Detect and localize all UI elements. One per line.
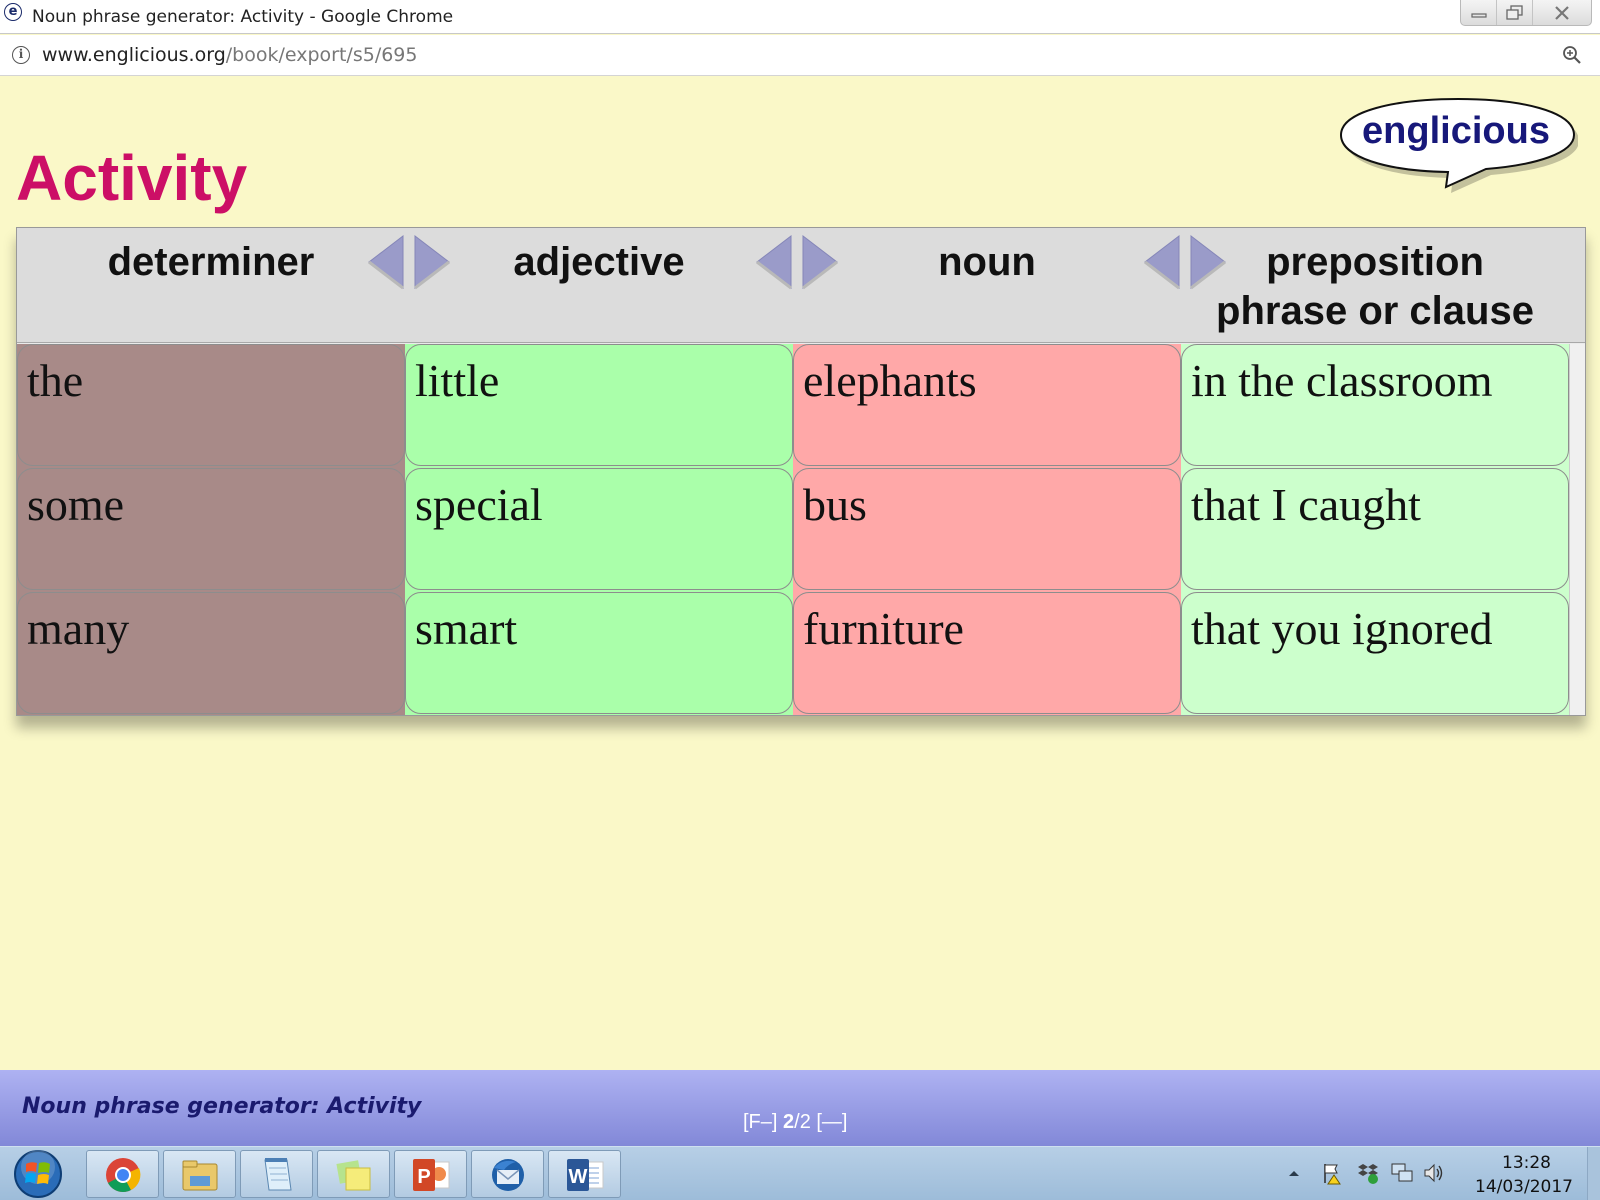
chrome-icon [106,1158,141,1192]
taskbar-thunderbird[interactable] [471,1150,544,1198]
show-hidden-icons-icon[interactable] [1282,1161,1306,1185]
file-explorer-icon [182,1160,218,1191]
word-text: elephants [803,355,977,406]
url-path: /book/export/s5/695 [225,44,418,66]
dropbox-icon[interactable] [1356,1161,1380,1185]
word-text: bus [803,479,867,530]
slide-status-bar: Noun phrase generator: Activity [F–] 2/2… [0,1070,1600,1146]
page-title: Activity [16,142,248,214]
column-noun: elephants bus furniture [793,344,1181,715]
minimize-button[interactable] [1461,0,1497,25]
arrow-right-icon[interactable] [409,232,455,292]
window-title: Noun phrase generator: Activity - Google… [32,7,454,27]
swap-arrows-1 [363,232,455,292]
header-preposition: preposition phrase or clause [1181,238,1569,336]
zoom-icon[interactable] [1562,45,1582,65]
notepad-icon [264,1158,292,1191]
header-preposition-line2: phrase or clause [1216,289,1534,333]
taskbar-sticky-notes[interactable] [317,1150,390,1198]
arrow-left-icon[interactable] [751,232,797,292]
word-text: some [27,479,125,530]
show-desktop-button[interactable] [1587,1147,1600,1200]
word-text: furniture [803,603,964,654]
info-icon[interactable]: i [12,46,30,64]
word-text: that I caught [1191,479,1421,530]
sticky-notes-icon [336,1160,371,1191]
thunderbird-icon [492,1159,524,1191]
word-text: smart [415,603,518,654]
svg-text:P: P [417,1166,430,1188]
swap-arrows-2 [751,232,843,292]
action-center-flag-icon[interactable] [1320,1161,1344,1185]
clock-date[interactable]: 14/03/2017 [1475,1177,1573,1197]
word-card[interactable]: bus [793,468,1181,590]
url-host: www.englicious.org [42,44,226,66]
word-text: little [415,355,500,406]
start-button[interactable] [12,1149,64,1199]
restore-button[interactable] [1497,0,1533,25]
noun-phrase-table: determiner adjective noun preposition ph… [16,227,1586,716]
pager-prefix[interactable]: [F–] [743,1111,783,1133]
header-determiner: determiner [107,240,315,284]
network-icon[interactable] [1390,1161,1414,1185]
logo-text: englicious [1362,110,1550,152]
clock-time[interactable]: 13:28 [1502,1153,1551,1173]
window-controls [1460,0,1592,26]
column-preposition: in the classroom that I caught that you … [1181,344,1569,715]
header-adjective: adjective [513,240,685,284]
word-card[interactable]: furniture [793,592,1181,714]
pager-suffix[interactable]: /2 [—] [794,1111,847,1133]
word-card[interactable]: the [17,344,405,466]
word-text: the [27,355,84,406]
table-scroll-edge [1569,344,1585,715]
window-title-bar: e Noun phrase generator: Activity - Goog… [0,0,1600,34]
word-card[interactable]: some [17,468,405,590]
word-card[interactable]: many [17,592,405,714]
url-field[interactable]: www.englicious.org/book/export/s5/695 [42,44,417,66]
taskbar-chrome[interactable] [86,1150,159,1198]
swap-arrows-3 [1139,232,1231,292]
minimize-icon [1470,12,1487,18]
word-card[interactable]: in the classroom [1181,344,1569,466]
word-card[interactable]: that I caught [1181,468,1569,590]
close-button[interactable] [1533,0,1591,25]
arrow-right-icon[interactable] [797,232,843,292]
svg-text:W: W [569,1166,588,1188]
slide-pager[interactable]: [F–] 2/2 [—] [743,1110,848,1134]
table-header: determiner adjective noun preposition ph… [17,228,1585,343]
taskbar-word[interactable]: W [548,1150,621,1198]
word-text: many [27,603,130,654]
word-card[interactable]: special [405,468,793,590]
volume-icon[interactable] [1422,1161,1446,1185]
word-text: in the classroom [1191,355,1493,406]
slide-title: Noun phrase generator: Activity [22,1094,422,1119]
arrow-left-icon[interactable] [363,232,409,292]
englicious-logo[interactable]: englicious [1338,95,1578,193]
word-card[interactable]: little [405,344,793,466]
word-card[interactable]: smart [405,592,793,714]
taskbar-file-explorer[interactable] [163,1150,236,1198]
address-bar[interactable]: i www.englicious.org/book/export/s5/695 [0,35,1600,76]
header-preposition-line1: preposition [1266,240,1484,284]
word-text: that you ignored [1191,603,1493,654]
word-card[interactable]: elephants [793,344,1181,466]
taskbar-notepad[interactable] [240,1150,313,1198]
taskbar-powerpoint[interactable]: P [394,1150,467,1198]
pager-current: 2 [783,1111,795,1133]
column-determiner: the some many [17,344,405,715]
word-card[interactable]: that you ignored [1181,592,1569,714]
restore-icon [1505,4,1523,20]
arrow-right-icon[interactable] [1185,232,1231,292]
header-noun: noun [938,240,1036,284]
column-adjective: little special smart [405,344,793,715]
app-icon: e [4,3,22,21]
powerpoint-icon: P [413,1159,450,1191]
taskbar: P W 13:28 14/03/2017 [0,1146,1600,1200]
word-text: special [415,479,543,530]
close-icon [1555,5,1569,20]
arrow-left-icon[interactable] [1139,232,1185,292]
word-icon: W [567,1159,604,1191]
